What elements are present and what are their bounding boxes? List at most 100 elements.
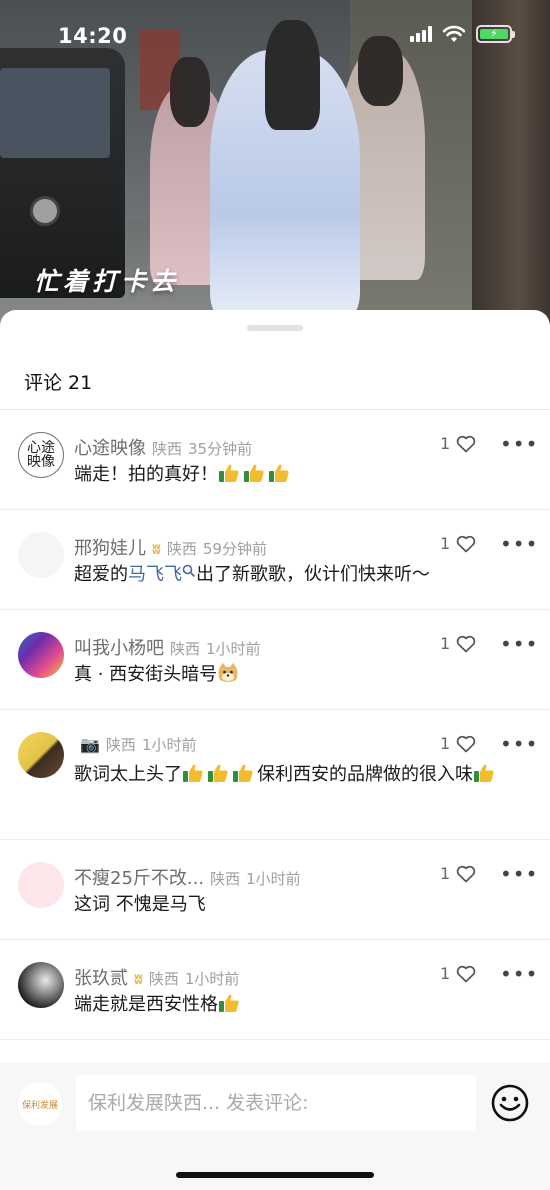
thumbs-up-emoji [269,464,289,482]
comment-text: 端走就是西安性格 [74,990,514,1020]
user-name[interactable]: 心途映像 [74,434,146,460]
comment-location: 陕西 [148,970,179,988]
user-name[interactable]: 邢狗娃儿 [74,534,146,560]
like-button[interactable]: 1 [440,734,476,753]
like-button[interactable]: 1 [440,964,476,983]
search-icon[interactable] [182,564,196,578]
video-caption: 忙着打卡去 [34,267,180,296]
more-options-icon[interactable]: ••• [500,632,538,656]
avatar[interactable] [18,532,64,578]
like-count: 1 [440,964,451,983]
comment-meta: 📷 陕西 1小时前 [74,734,196,755]
comment-text-segment: 端走！拍的真好！ [74,464,218,485]
account-avatar[interactable]: 保利发展 [18,1082,62,1126]
heart-icon[interactable] [456,865,476,883]
comment-list: 心途 映像 心途映像 陕西 35分钟前 端走！拍的真好！ 1 ••• 邢狗娃儿 ʬ 陕西 59分钟前… [0,410,550,1040]
thumbs-up-emoji [244,464,264,482]
heart-icon[interactable] [456,965,476,983]
heart-icon[interactable] [456,435,476,453]
avatar[interactable]: 心途 映像 [18,432,64,478]
status-time: 14:20 [58,24,128,48]
mention-link[interactable]: 马飞飞 [128,564,182,585]
comment-row[interactable]: 张玖贰 ʬ 陕西 1小时前端走就是西安性格 1 ••• [0,940,550,1040]
tree-trunk [472,0,550,330]
comment-text: 歌词太上头了 保利西安的品牌做的很入味 [74,760,514,790]
like-button[interactable]: 1 [440,864,476,883]
user-name[interactable]: 叫我小杨吧 [74,634,164,660]
sheet-drag-handle[interactable] [247,325,303,331]
more-options-icon[interactable]: ••• [500,732,538,756]
comment-text: 这词 不愧是马飞 [74,890,514,920]
comment-location: 陕西 [152,440,183,458]
comment-text-segment: 这词 不愧是马飞 [74,894,206,915]
like-count: 1 [440,434,451,453]
comment-meta: 心途映像 陕西 35分钟前 [74,434,252,460]
avatar[interactable] [18,862,64,908]
like-button[interactable]: 1 [440,634,476,653]
like-button[interactable]: 1 [440,534,476,553]
comment-row[interactable]: 邢狗娃儿 ʬ 陕西 59分钟前超爱的马飞飞 出了新歌歌，伙计们快来听～ 1 ••• [0,510,550,610]
heart-icon[interactable] [456,535,476,553]
comment-input-bar: 保利发展 [0,1062,550,1190]
comment-input[interactable] [76,1075,476,1131]
comment-text-segment: 出了新歌歌，伙计们快来听～ [196,564,430,585]
avatar[interactable] [18,962,64,1008]
more-options-icon[interactable]: ••• [500,862,538,886]
like-count: 1 [440,864,451,883]
heart-icon[interactable] [456,735,476,753]
cyclist-figure-center [210,20,360,320]
more-options-icon[interactable]: ••• [500,962,538,986]
like-count: 1 [440,634,451,653]
comment-meta: 张玖贰 ʬ 陕西 1小时前 [74,964,239,990]
wifi-icon [442,25,466,42]
comment-row[interactable]: 叫我小杨吧 陕西 1小时前真 · 西安街头暗号 1 ••• [0,610,550,710]
like-count: 1 [440,734,451,753]
comment-text-segment: 端走就是西安性格 [74,994,218,1015]
fan-badge-icon: ʬ [134,970,143,988]
comment-text-segment: 超爱的 [74,564,128,585]
comment-location: 陕西 [210,870,241,888]
comment-meta: 邢狗娃儿 ʬ 陕西 59分钟前 [74,534,267,560]
battery-charging-icon: ⚡ [476,25,515,43]
tricycle-vehicle [0,48,125,298]
comment-row[interactable]: 心途 映像 心途映像 陕西 35分钟前端走！拍的真好！ 1 ••• [0,410,550,510]
comment-text: 超爱的马飞飞 出了新歌歌，伙计们快来听～ [74,560,514,590]
comment-row[interactable]: 不瘦25斤不改... 陕西 1小时前这词 不愧是马飞 1 ••• [0,840,550,940]
thumbs-up-emoji [219,464,239,482]
more-options-icon[interactable]: ••• [500,432,538,456]
avatar[interactable] [18,632,64,678]
avatar[interactable] [18,732,64,778]
comment-meta: 叫我小杨吧 陕西 1小时前 [74,634,261,660]
comment-time: 1小时前 [206,640,261,658]
comment-text: 端走！拍的真好！ [74,460,514,490]
heart-icon[interactable] [456,635,476,653]
comment-meta: 不瘦25斤不改... 陕西 1小时前 [74,864,301,890]
comment-count-title: 评论 21 [24,372,93,394]
comment-time: 1小时前 [141,736,197,754]
comment-location: 陕西 [105,736,136,754]
camera-icon: 📷 [80,735,100,754]
comment-row[interactable]: 📷 陕西 1小时前歌词太上头了 保利西安的品牌做的很入味 1 ••• [0,710,550,840]
fan-badge-icon: ʬ [152,540,161,558]
comment-time: 1小时前 [184,970,240,988]
user-name[interactable]: 张玖贰 [74,964,128,990]
home-indicator[interactable] [176,1172,374,1178]
comment-time: 59分钟前 [202,540,267,558]
comment-time: 35分钟前 [188,440,253,458]
comment-text-segment: 保利西安的品牌做的很入味 [257,764,473,785]
thumbs-up-emoji [233,764,253,782]
smiley-icon[interactable] [490,1083,530,1123]
cellular-signal-icon [410,26,432,42]
more-options-icon[interactable]: ••• [500,532,538,556]
like-button[interactable]: 1 [440,434,476,453]
user-name[interactable]: 不瘦25斤不改... [74,864,204,890]
video-player[interactable]: 14:20 ⚡ 忙着打卡去 [0,0,550,330]
thumbs-up-emoji [208,764,228,782]
like-count: 1 [440,534,451,553]
thumbs-up-emoji [474,764,494,782]
doge-emoji [218,663,238,682]
comment-time: 1小时前 [246,870,301,888]
thumbs-up-emoji [219,994,239,1012]
comment-location: 陕西 [166,540,197,558]
thumbs-up-emoji [183,764,203,782]
